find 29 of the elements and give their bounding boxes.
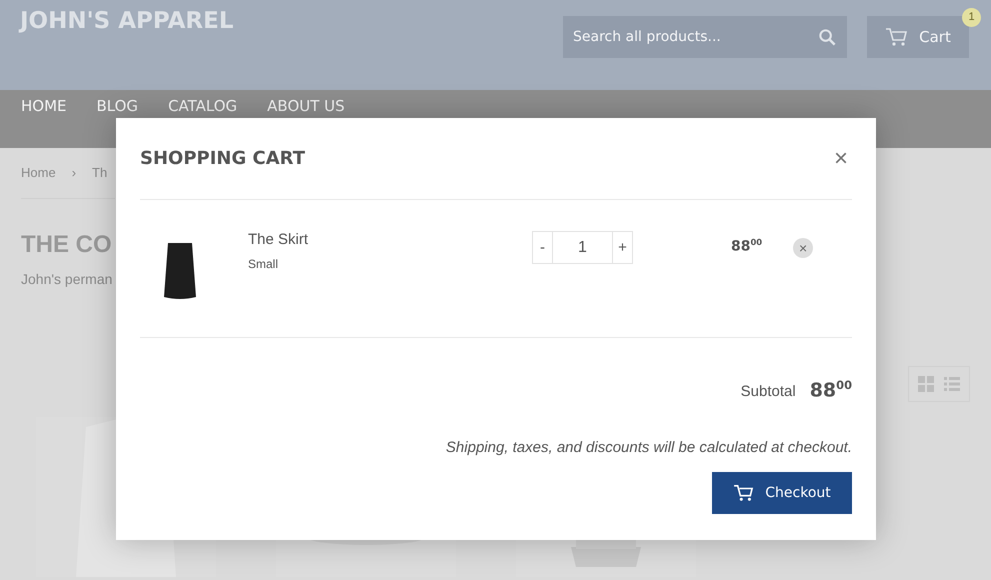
product-variant: Small	[248, 257, 280, 271]
breadcrumb-separator: ›	[72, 165, 76, 180]
subtotal-amount: 88$^{00}$	[810, 378, 852, 402]
product-name[interactable]: The Skirt	[248, 231, 528, 248]
collection-title: THE CO	[21, 231, 112, 259]
quantity-stepper[interactable]: - 1 +	[532, 231, 633, 264]
modal-title: SHOPPING CART	[140, 148, 305, 169]
cart-button[interactable]: Cart	[867, 16, 969, 58]
close-button[interactable]: ×	[830, 146, 852, 170]
item-price: 88$^{00}$	[731, 237, 762, 255]
breadcrumb-link[interactable]: Home	[21, 165, 56, 180]
collection-description: John's perman	[21, 271, 112, 287]
nav-link[interactable]: HOME	[21, 97, 67, 115]
nav-link[interactable]: CATALOG	[168, 97, 238, 115]
remove-button[interactable]: ×	[793, 238, 814, 258]
breadcrumb-link[interactable]: Th	[92, 165, 108, 180]
search-button[interactable]	[807, 16, 847, 58]
cart-icon	[733, 484, 756, 502]
checkout-note: Shipping, taxes, and discounts will be calculated at checkout.	[444, 439, 852, 456]
subtotal-label: Subtotal	[740, 383, 796, 400]
nav-link[interactable]: ABOUT US	[267, 97, 345, 115]
list-view-icon[interactable]	[944, 376, 960, 392]
nav-link[interactable]: BLOG	[96, 97, 138, 115]
grid-view-icon[interactable]	[918, 376, 934, 392]
checkout-button[interactable]: Checkout	[712, 472, 852, 514]
cart-icon	[885, 27, 910, 47]
search-icon	[818, 28, 836, 46]
cart-count-badge: 1	[962, 8, 981, 27]
search-field[interactable]: Search all products...	[563, 16, 807, 58]
